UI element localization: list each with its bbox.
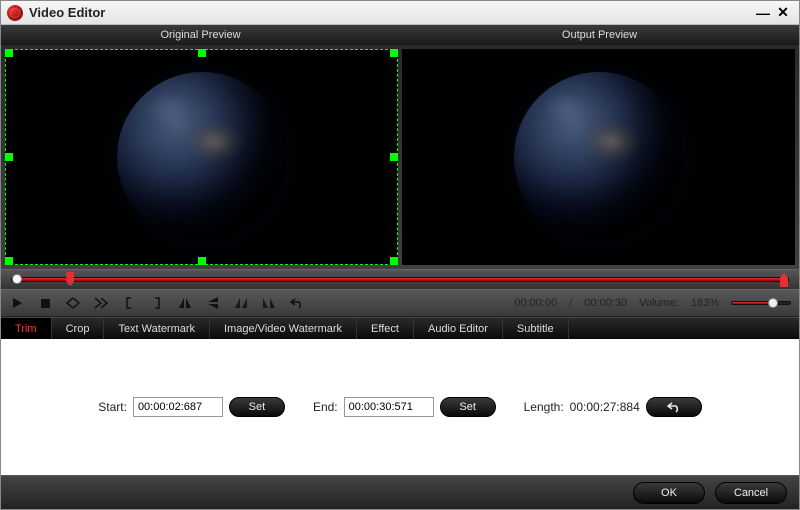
tab-text-watermark[interactable]: Text Watermark — [104, 318, 210, 339]
rotate-left-icon[interactable] — [233, 295, 249, 311]
stop-button[interactable] — [37, 295, 53, 311]
crop-handle-bottom-left[interactable] — [5, 257, 13, 265]
length-value: 00:00:27:884 — [570, 400, 640, 414]
time-duration: 00:00:30 — [584, 297, 627, 309]
timeline[interactable] — [1, 269, 799, 289]
trim-end-handle[interactable] — [780, 273, 788, 287]
length-label: Length: — [524, 400, 564, 414]
output-preview-pane — [402, 49, 795, 265]
volume-fill — [732, 302, 773, 304]
dialog-footer: OK Cancel — [1, 475, 799, 509]
app-logo-icon — [7, 5, 23, 21]
tabs: Trim Crop Text Watermark Image/Video Wat… — [1, 317, 799, 339]
crop-handle-top-center[interactable] — [198, 49, 206, 57]
preview-row — [1, 45, 799, 269]
mark-out-icon[interactable] — [149, 295, 165, 311]
playhead[interactable] — [12, 274, 22, 284]
flip-vertical-icon[interactable] — [205, 295, 221, 311]
preview-content — [514, 72, 684, 242]
next-frame-button[interactable] — [93, 295, 109, 311]
time-position: 00:00:00 — [514, 297, 557, 309]
crop-handle-bottom-center[interactable] — [198, 257, 206, 265]
reset-length-button[interactable] — [646, 397, 702, 417]
volume-slider[interactable] — [731, 301, 791, 305]
undo-icon[interactable] — [289, 295, 305, 311]
volume-knob[interactable] — [768, 298, 778, 308]
play-button[interactable] — [9, 295, 25, 311]
cancel-button[interactable]: Cancel — [715, 482, 787, 504]
volume-label: Volume: — [639, 297, 679, 309]
mark-in-icon[interactable] — [121, 295, 137, 311]
titlebar: Video Editor — ✕ — [1, 1, 799, 25]
trim-panel: Start: Set End: Set Length: 00:00:27:884 — [1, 339, 799, 475]
trim-start-handle[interactable] — [66, 272, 74, 286]
end-label: End: — [313, 400, 338, 414]
crop-handle-bottom-right[interactable] — [390, 257, 398, 265]
crop-handle-mid-left[interactable] — [5, 153, 13, 161]
output-preview-label: Output Preview — [400, 25, 799, 45]
tab-subtitle[interactable]: Subtitle — [503, 318, 569, 339]
set-start-button[interactable]: Set — [229, 397, 285, 417]
trim-start-field: Start: Set — [98, 397, 285, 417]
trim-end-field: End: Set — [313, 397, 496, 417]
preview-content — [117, 72, 287, 242]
tab-effect[interactable]: Effect — [357, 318, 414, 339]
flip-horizontal-icon[interactable] — [177, 295, 193, 311]
crop-handle-top-left[interactable] — [5, 49, 13, 57]
set-end-button[interactable]: Set — [440, 397, 496, 417]
prev-frame-button[interactable] — [65, 295, 81, 311]
crop-handle-mid-right[interactable] — [390, 153, 398, 161]
tab-trim[interactable]: Trim — [1, 318, 52, 339]
crop-handle-top-right[interactable] — [390, 49, 398, 57]
tab-audio-editor[interactable]: Audio Editor — [414, 318, 503, 339]
end-input[interactable] — [344, 397, 434, 417]
volume-value: 183% — [691, 297, 719, 309]
controls-row: 00:00:00/00:00:30 Volume: 183% — [1, 289, 799, 317]
close-button[interactable]: ✕ — [773, 5, 793, 21]
minimize-button[interactable]: — — [753, 5, 773, 21]
rotate-right-icon[interactable] — [261, 295, 277, 311]
tab-crop[interactable]: Crop — [52, 318, 105, 339]
tab-image-video-watermark[interactable]: Image/Video Watermark — [210, 318, 357, 339]
window: Video Editor — ✕ Original Preview Output… — [0, 0, 800, 510]
ok-button[interactable]: OK — [633, 482, 705, 504]
start-input[interactable] — [133, 397, 223, 417]
start-label: Start: — [98, 400, 127, 414]
timeline-selection — [12, 278, 788, 281]
window-title: Video Editor — [29, 5, 105, 20]
undo-icon — [667, 401, 681, 413]
preview-header: Original Preview Output Preview — [1, 25, 799, 45]
trim-length-field: Length: 00:00:27:884 — [524, 397, 702, 417]
original-preview-label: Original Preview — [1, 25, 400, 45]
original-preview-pane[interactable] — [5, 49, 398, 265]
timeline-track[interactable] — [11, 277, 789, 282]
